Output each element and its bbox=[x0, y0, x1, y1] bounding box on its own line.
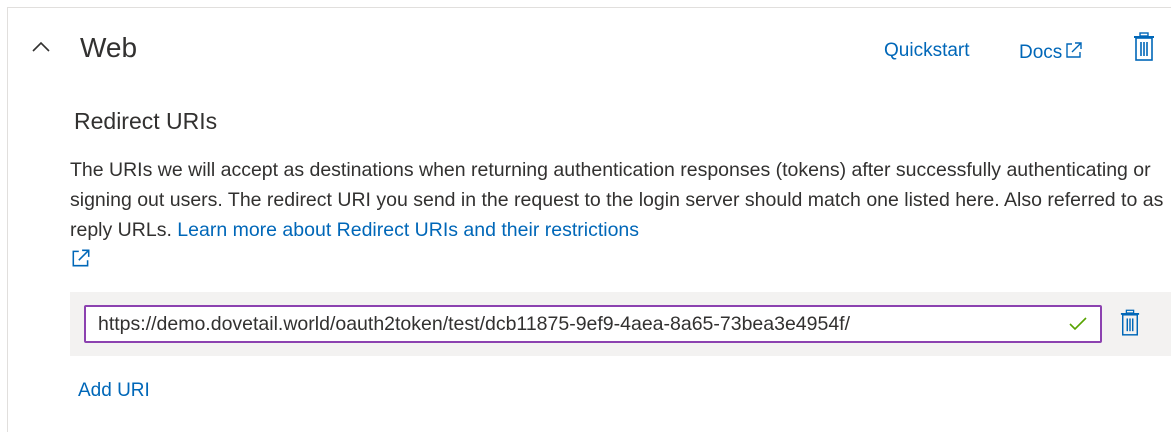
redirect-uris-description: The URIs we will accept as destinations … bbox=[70, 155, 1165, 278]
redirect-uri-input[interactable] bbox=[86, 307, 1046, 341]
learn-more-link[interactable]: Learn more about Redirect URIs and their… bbox=[177, 219, 639, 241]
redirect-uri-field[interactable] bbox=[84, 305, 1102, 343]
section-header: Web Quickstart Docs bbox=[8, 8, 1171, 80]
redirect-uri-row bbox=[70, 292, 1171, 356]
web-platform-panel: Web Quickstart Docs Redirect URIs The UR… bbox=[7, 7, 1171, 432]
docs-link-label: Docs bbox=[1019, 42, 1063, 63]
redirect-uris-title: Redirect URIs bbox=[74, 108, 218, 134]
section-title: Web bbox=[80, 32, 138, 63]
checkmark-icon bbox=[1068, 316, 1088, 332]
trash-icon[interactable] bbox=[1120, 308, 1140, 338]
external-link-icon bbox=[1064, 40, 1084, 66]
add-uri-link[interactable]: Add URI bbox=[78, 380, 150, 402]
external-link-icon[interactable] bbox=[70, 247, 92, 278]
trash-icon[interactable] bbox=[1133, 32, 1155, 62]
chevron-up-icon[interactable] bbox=[30, 36, 52, 58]
docs-link[interactable]: Docs bbox=[1019, 40, 1084, 66]
quickstart-link[interactable]: Quickstart bbox=[884, 40, 970, 62]
